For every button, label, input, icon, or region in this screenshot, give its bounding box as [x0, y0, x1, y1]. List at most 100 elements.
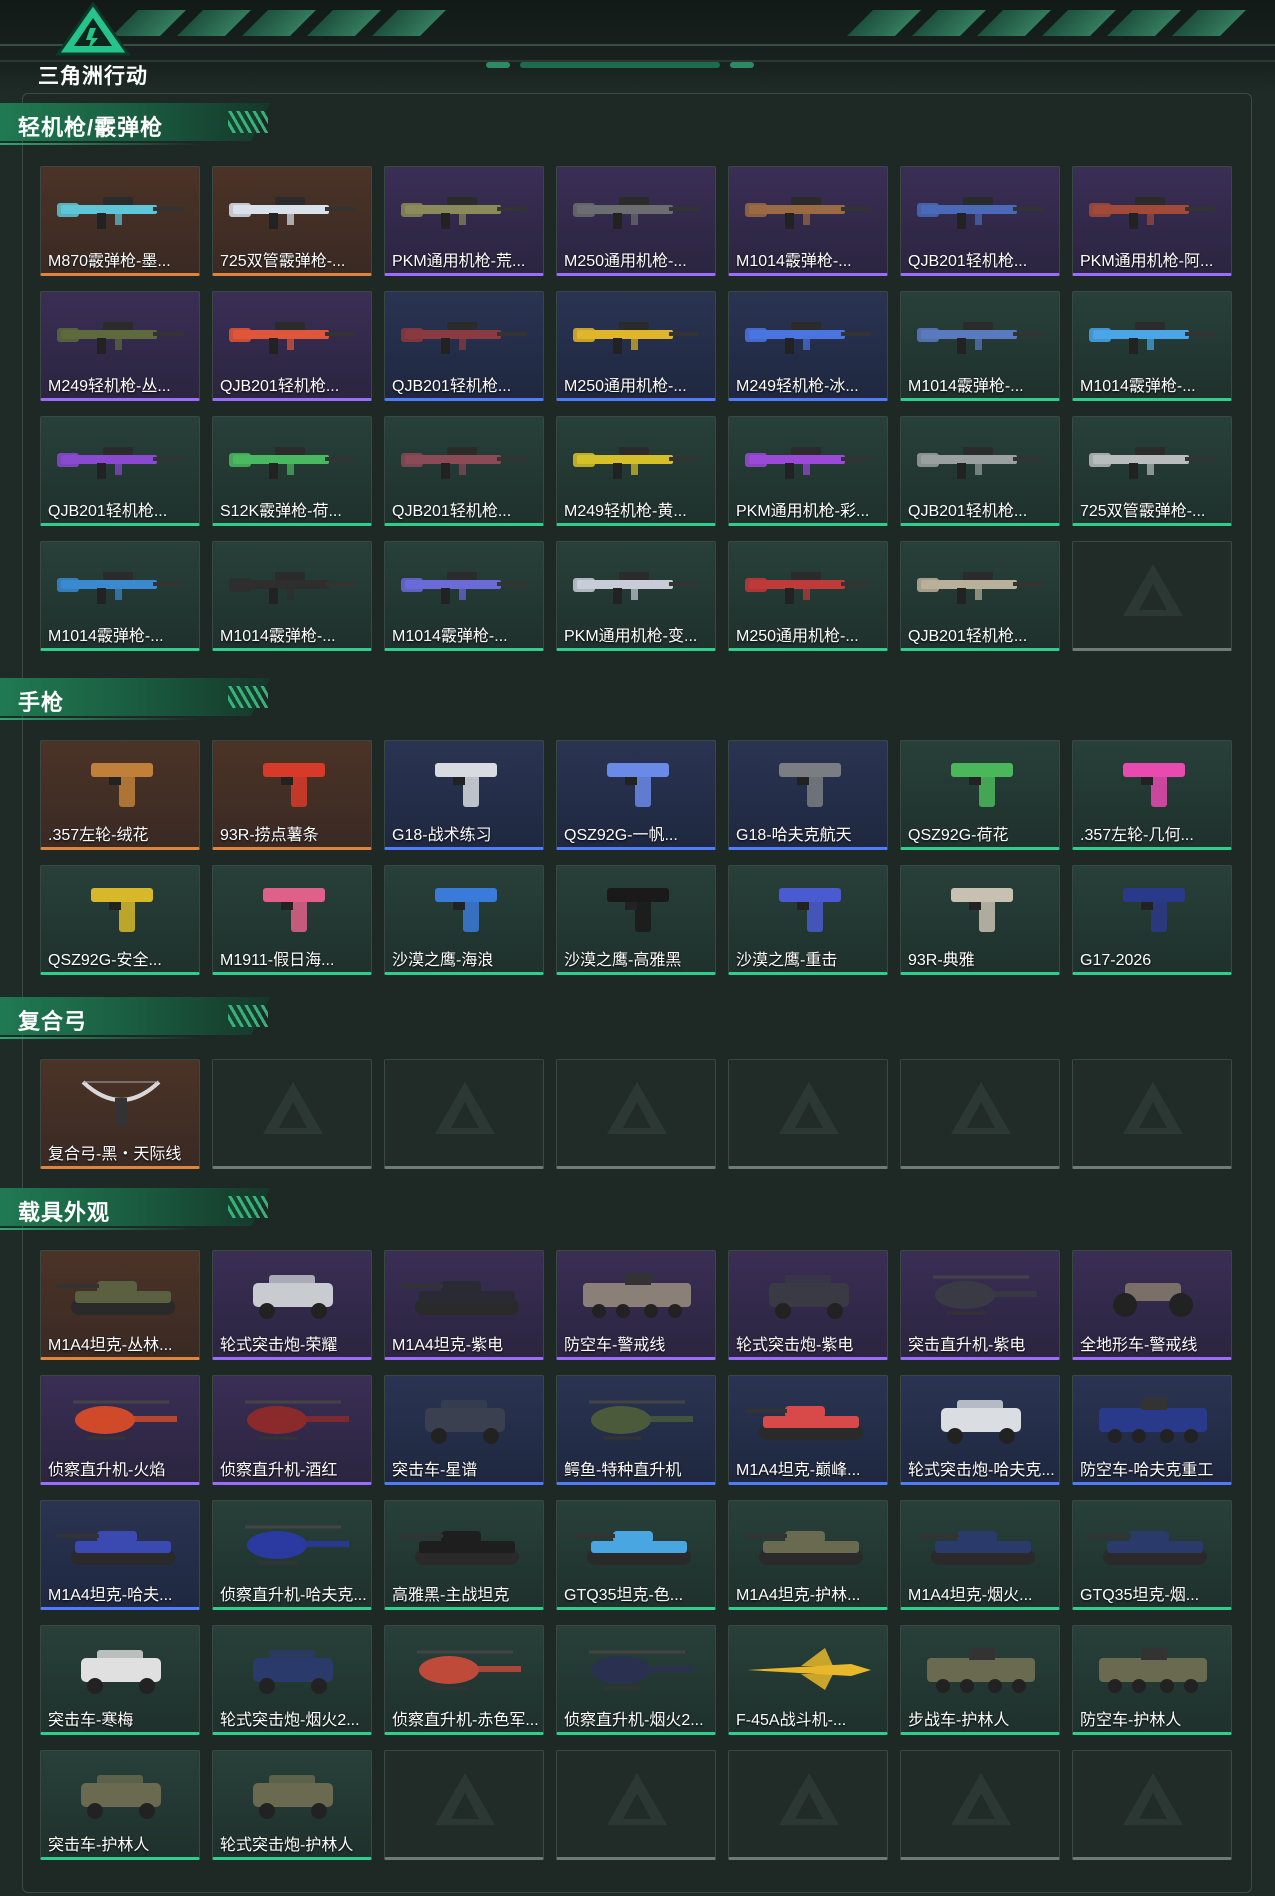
item-card[interactable]: 侦察直升机-酒红 — [212, 1375, 372, 1485]
item-card[interactable]: 轮式突击炮-护林人 — [212, 1750, 372, 1860]
item-thumbnail — [741, 884, 877, 936]
item-card[interactable]: PKM通用机枪-变... — [556, 541, 716, 651]
item-card[interactable]: 725双管霰弹枪-... — [1072, 416, 1232, 526]
item-card[interactable]: M870霰弹枪-墨... — [40, 166, 200, 276]
item-card[interactable]: M250通用机枪-... — [556, 291, 716, 401]
item-card[interactable]: M1A4坦克-丛林... — [40, 1250, 200, 1360]
item-card[interactable]: 侦察直升机-火焰 — [40, 1375, 200, 1485]
item-card[interactable]: 突击车-寒梅 — [40, 1625, 200, 1735]
item-card[interactable]: 轮式突击炮-烟火2... — [212, 1625, 372, 1735]
jet-icon — [747, 1648, 871, 1690]
vehicle-icon — [81, 1650, 161, 1694]
helicopter-icon — [245, 1400, 349, 1440]
item-thumbnail — [913, 759, 1049, 811]
item-card[interactable]: 轮式突击炮-紫电 — [728, 1250, 888, 1360]
item-card[interactable]: 沙漠之鹰-重击 — [728, 865, 888, 975]
item-card[interactable]: PKM通用机枪-彩... — [728, 416, 888, 526]
item-card[interactable]: M1A4坦克-巅峰... — [728, 1375, 888, 1485]
item-card[interactable]: M1911-假日海... — [212, 865, 372, 975]
item-label: M1A4坦克-哈夫... — [48, 1587, 173, 1604]
item-card[interactable]: M1014霰弹枪-... — [384, 541, 544, 651]
gun-icon — [229, 572, 355, 604]
item-card[interactable]: .357左轮-绒花 — [40, 740, 200, 850]
item-label: F-45A战斗机-... — [736, 1712, 847, 1729]
item-thumbnail — [913, 435, 1049, 487]
item-card[interactable]: 防空车-警戒线 — [556, 1250, 716, 1360]
item-card[interactable]: M1014霰弹枪-... — [728, 166, 888, 276]
apc-icon — [1099, 1648, 1207, 1693]
vehicle-icon — [253, 1275, 333, 1319]
item-card[interactable]: 突击车-星谱 — [384, 1375, 544, 1485]
item-card[interactable]: M250通用机枪-... — [728, 541, 888, 651]
item-card[interactable]: 防空车-护林人 — [1072, 1625, 1232, 1735]
item-card[interactable]: 步战车-护林人 — [900, 1625, 1060, 1735]
item-label: 突击直升机-紫电 — [908, 1337, 1026, 1354]
item-card[interactable]: G17-2026 — [1072, 865, 1232, 975]
item-card[interactable]: .357左轮-几何... — [1072, 740, 1232, 850]
item-card[interactable]: 沙漠之鹰-海浪 — [384, 865, 544, 975]
item-card[interactable]: QSZ92G-安全... — [40, 865, 200, 975]
item-card[interactable]: M1A4坦克-哈夫... — [40, 1500, 200, 1610]
item-card[interactable]: 突击车-护林人 — [40, 1750, 200, 1860]
item-card[interactable]: 复合弓-黑・天际线 — [40, 1059, 200, 1169]
item-card[interactable]: M1014霰弹枪-... — [1072, 291, 1232, 401]
item-label: G17-2026 — [1080, 952, 1152, 969]
item-thumbnail — [53, 1769, 189, 1821]
item-card[interactable]: 高雅黑-主战坦克 — [384, 1500, 544, 1610]
item-card[interactable]: G18-哈夫克航天 — [728, 740, 888, 850]
item-card[interactable]: M1A4坦克-烟火... — [900, 1500, 1060, 1610]
item-card[interactable]: G18-战术练习 — [384, 740, 544, 850]
item-card[interactable]: QJB201轻机枪... — [900, 541, 1060, 651]
item-card[interactable]: F-45A战斗机-... — [728, 1625, 888, 1735]
item-thumbnail — [53, 1644, 189, 1696]
item-thumbnail — [397, 1519, 533, 1571]
item-card[interactable]: 轮式突击炮-哈夫克... — [900, 1375, 1060, 1485]
item-card[interactable]: QSZ92G-一帆... — [556, 740, 716, 850]
item-card[interactable]: M1014霰弹枪-... — [900, 291, 1060, 401]
item-card[interactable]: 侦察直升机-赤色军... — [384, 1625, 544, 1735]
item-card[interactable]: M1A4坦克-紫电 — [384, 1250, 544, 1360]
delta-watermark-icon — [1123, 1082, 1183, 1134]
item-card[interactable]: QJB201轻机枪... — [40, 416, 200, 526]
item-thumbnail — [1085, 759, 1221, 811]
item-card[interactable]: M249轻机枪-黄... — [556, 416, 716, 526]
item-card[interactable]: QSZ92G-荷花 — [900, 740, 1060, 850]
section-title: 载具外观 — [18, 1200, 111, 1225]
item-card[interactable]: 全地形车-警戒线 — [1072, 1250, 1232, 1360]
item-label: M1A4坦克-丛林... — [48, 1337, 173, 1354]
item-card[interactable]: 鳄鱼-特种直升机 — [556, 1375, 716, 1485]
item-card[interactable]: 725双管霰弹枪-... — [212, 166, 372, 276]
vehicle-icon — [253, 1650, 333, 1694]
item-card[interactable]: QJB201轻机枪... — [384, 291, 544, 401]
gun-icon — [57, 322, 183, 354]
item-card[interactable]: QJB201轻机枪... — [900, 416, 1060, 526]
empty-slot — [384, 1059, 544, 1169]
item-card[interactable]: 93R-捞点薯条 — [212, 740, 372, 850]
item-card[interactable]: M249轻机枪-冰... — [728, 291, 888, 401]
item-card[interactable]: 轮式突击炮-荣耀 — [212, 1250, 372, 1360]
pistol-icon — [951, 763, 1013, 807]
item-card[interactable]: 侦察直升机-哈夫克... — [212, 1500, 372, 1610]
item-card[interactable]: PKM通用机枪-阿... — [1072, 166, 1232, 276]
item-card[interactable]: 突击直升机-紫电 — [900, 1250, 1060, 1360]
item-card[interactable]: 93R-典雅 — [900, 865, 1060, 975]
item-card[interactable]: GTQ35坦克-色... — [556, 1500, 716, 1610]
item-card[interactable]: S12K霰弹枪-荷... — [212, 416, 372, 526]
item-card[interactable]: QJB201轻机枪... — [212, 291, 372, 401]
item-card[interactable]: M1014霰弹枪-... — [212, 541, 372, 651]
item-card[interactable]: M250通用机枪-... — [556, 166, 716, 276]
item-label: 侦察直升机-哈夫克... — [220, 1587, 367, 1604]
item-card[interactable]: QJB201轻机枪... — [384, 416, 544, 526]
item-card[interactable]: QJB201轻机枪... — [900, 166, 1060, 276]
item-card[interactable]: PKM通用机枪-荒... — [384, 166, 544, 276]
item-card[interactable]: M249轻机枪-丛... — [40, 291, 200, 401]
item-card[interactable]: M1014霰弹枪-... — [40, 541, 200, 651]
pistol-icon — [951, 888, 1013, 932]
item-card[interactable]: M1A4坦克-护林... — [728, 1500, 888, 1610]
item-label: 沙漠之鹰-高雅黑 — [564, 952, 682, 969]
item-card[interactable]: 侦察直升机-烟火2... — [556, 1625, 716, 1735]
item-label: 侦察直升机-火焰 — [48, 1462, 166, 1479]
item-card[interactable]: GTQ35坦克-烟... — [1072, 1500, 1232, 1610]
item-card[interactable]: 防空车-哈夫克重工 — [1072, 1375, 1232, 1485]
item-card[interactable]: 沙漠之鹰-高雅黑 — [556, 865, 716, 975]
